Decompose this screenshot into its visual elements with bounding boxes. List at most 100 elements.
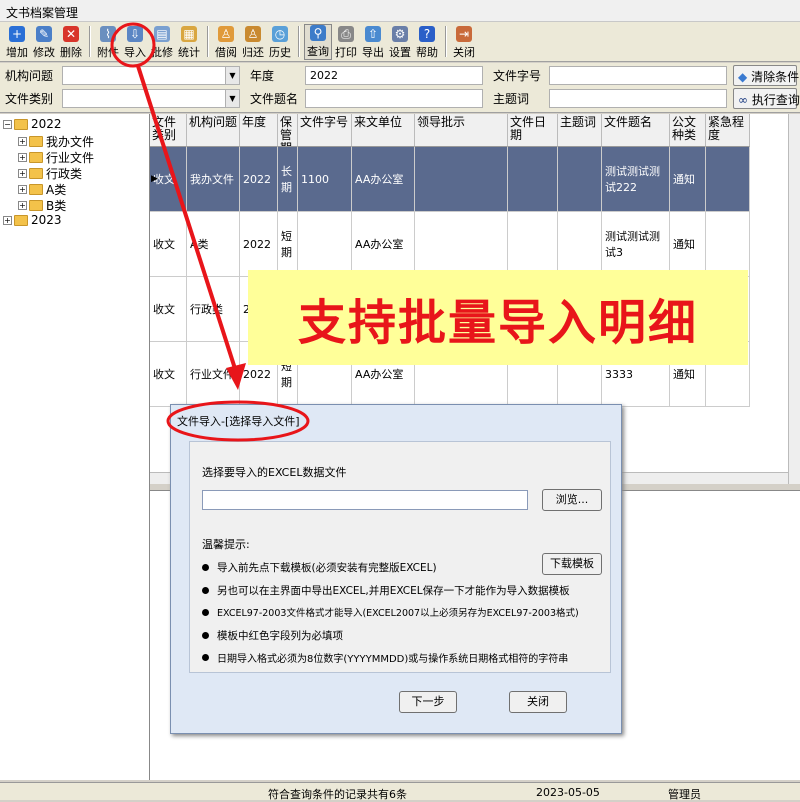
export-button[interactable]: ⇧ 导出 [360, 24, 386, 60]
return-button[interactable]: ♙ 归还 [240, 24, 266, 60]
table-cell[interactable]: 收文 [150, 277, 187, 342]
table-cell[interactable]: A类 [187, 212, 240, 277]
org-select[interactable]: ▼ [62, 66, 240, 85]
type-select[interactable]: ▼ [62, 89, 240, 108]
chevron-down-icon[interactable]: ▼ [225, 90, 239, 107]
table-cell[interactable]: 2022 [240, 212, 278, 277]
dialog-close-button[interactable]: 关闭 [509, 691, 567, 713]
help-button[interactable]: ? 帮助 [414, 24, 440, 60]
toolbar-separator [89, 26, 91, 57]
bullet-icon [202, 564, 209, 571]
eraser-icon: ◆ [738, 70, 748, 84]
table-cell[interactable] [508, 212, 558, 277]
close-app-button[interactable]: ⇥ 关闭 [451, 24, 477, 60]
column-header[interactable]: 文件字号 [298, 114, 352, 147]
table-cell[interactable]: AA办公室 [352, 212, 415, 277]
table-cell[interactable]: 2022 [240, 147, 278, 212]
clear-conditions-button[interactable]: ◆ 清除条件 [733, 65, 799, 86]
settings-button[interactable]: ⚙ 设置 [387, 24, 413, 60]
history-button[interactable]: ◷ 历史 [267, 24, 293, 60]
dialog-body: 选择要导入的EXCEL数据文件 浏览... 温馨提示: 下载模板 导入前先点下载… [189, 441, 611, 673]
column-header[interactable]: 文件日期 [508, 114, 558, 147]
tree-node-child[interactable]: + 行业文件 [18, 149, 94, 166]
docno-field[interactable] [549, 66, 727, 85]
tree-node-label: 2022 [31, 117, 62, 131]
table-cell[interactable] [706, 147, 750, 212]
borrow-button[interactable]: ♙ 借阅 [213, 24, 239, 60]
delete-button[interactable]: ✕ 删除 [58, 24, 84, 60]
column-header[interactable]: 来文单位 [352, 114, 415, 147]
table-cell[interactable]: 收文 [150, 342, 187, 407]
tree-node-child[interactable]: + A类 [18, 181, 66, 198]
download-template-button[interactable]: 下载模板 [542, 553, 602, 575]
table-cell[interactable]: 长期 [278, 147, 298, 212]
table-cell[interactable]: AA办公室 [352, 147, 415, 212]
table-cell[interactable]: 行业文件 [187, 342, 240, 407]
next-step-button[interactable]: 下一步 [399, 691, 457, 713]
table-cell[interactable] [558, 147, 602, 212]
table-cell[interactable]: 收文 [150, 212, 187, 277]
chevron-down-icon[interactable]: ▼ [225, 67, 239, 84]
column-header[interactable]: 文件题名 [602, 114, 670, 147]
vertical-scrollbar[interactable] [788, 114, 800, 484]
tree-node-child[interactable]: + B类 [18, 197, 66, 214]
expand-icon[interactable]: + [18, 153, 27, 162]
stats-button[interactable]: ▦ 统计 [176, 24, 202, 60]
table-cell[interactable]: 通知 [670, 147, 706, 212]
column-header[interactable]: 年度 [240, 114, 278, 147]
column-header[interactable]: 文件类别 [150, 114, 187, 147]
table-cell[interactable] [415, 147, 508, 212]
table-cell[interactable]: 测试测试测试222 [602, 147, 670, 212]
edit-button[interactable]: ✎ 修改 [31, 24, 57, 60]
table-cell[interactable]: 我办文件 [187, 147, 240, 212]
batch-edit-button[interactable]: ▤ 批修 [149, 24, 175, 60]
subject-field[interactable] [549, 89, 727, 108]
binoculars-icon: ∞ [738, 93, 748, 107]
folder-icon [29, 200, 43, 211]
toolbar: + 增加 ✎ 修改 ✕ 删除 ⌇ 附件 ⇩ 导入 ▤ 批修 ▦ 统计 ♙ 借阅 ♙ 归还 ◷ 历史 … [0, 22, 800, 62]
tree-node-child[interactable]: + 我办文件 [18, 133, 94, 150]
column-header[interactable]: 领导批示 [415, 114, 508, 147]
table-cell[interactable] [508, 147, 558, 212]
table-cell[interactable]: 通知 [670, 212, 706, 277]
year-field[interactable]: 2022 [305, 66, 483, 85]
tree-node-2022[interactable]: − 2022 [3, 117, 62, 131]
table-cell[interactable]: 行政类 [187, 277, 240, 342]
table-cell[interactable]: 短期 [278, 212, 298, 277]
expand-icon[interactable]: + [3, 215, 12, 225]
expand-icon[interactable]: + [18, 185, 27, 194]
table-cell[interactable] [415, 212, 508, 277]
query-button[interactable]: ⚲ 查询 [304, 24, 332, 60]
column-header[interactable]: 保管期限 [278, 114, 298, 147]
import-button[interactable]: ⇩ 导入 [122, 24, 148, 60]
column-header[interactable]: 公文种类 [670, 114, 706, 147]
attachment-button[interactable]: ⌇ 附件 [95, 24, 121, 60]
execute-query-button[interactable]: ∞ 执行查询 [733, 88, 800, 109]
table-cell[interactable] [706, 212, 750, 277]
import-icon: ⇩ [127, 26, 143, 42]
table-cell[interactable]: 1100 [298, 147, 352, 212]
column-header[interactable]: 主题词 [558, 114, 602, 147]
table-cell[interactable]: 测试测试测试3 [602, 212, 670, 277]
column-header[interactable]: 紧急程度 [706, 114, 750, 147]
folder-icon [29, 152, 43, 163]
print-button[interactable]: ⎙ 打印 [333, 24, 359, 60]
browse-button[interactable]: 浏览... [542, 489, 602, 511]
toolbar-separator [298, 26, 300, 57]
table-cell[interactable] [298, 212, 352, 277]
tip-text: 日期导入格式必须为8位数字(YYYYMMDD)或与操作系统日期格式相符的字符串 [217, 654, 569, 665]
add-button[interactable]: + 增加 [4, 24, 30, 60]
expand-icon[interactable]: + [18, 137, 27, 146]
tree-node-child[interactable]: + 行政类 [18, 165, 82, 182]
expand-icon[interactable]: + [18, 201, 27, 210]
file-path-input[interactable] [202, 490, 528, 510]
doctitle-field[interactable] [305, 89, 483, 108]
type-label: 文件类别 [5, 92, 54, 106]
tree-node-2023[interactable]: +2023 [3, 213, 62, 227]
tip-item: 模板中红色字段列为必填项 [202, 628, 343, 643]
collapse-icon[interactable]: − [3, 119, 12, 129]
promo-banner-text: 支持批量导入明细 [297, 294, 698, 351]
expand-icon[interactable]: + [18, 169, 27, 178]
column-header[interactable]: 机构问题 [187, 114, 240, 147]
table-cell[interactable] [558, 212, 602, 277]
